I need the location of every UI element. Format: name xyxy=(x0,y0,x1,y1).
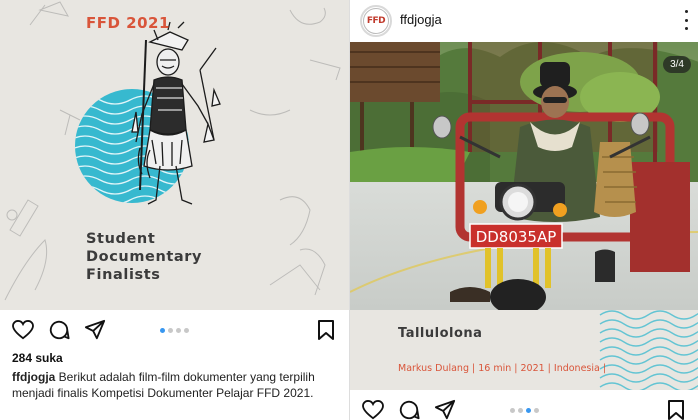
caption-username[interactable]: ffdjogja xyxy=(12,370,55,384)
photo-scene: DD8035AP xyxy=(350,42,698,310)
poster-caption-line: Student xyxy=(86,231,156,247)
poster-caption: Student Documentary Finalists xyxy=(86,230,202,284)
image-counter: 3/4 xyxy=(663,56,691,73)
carousel-dot xyxy=(518,408,523,413)
bookmark-icon[interactable] xyxy=(664,398,688,420)
poster-image[interactable]: FFD 2021 Student Documentary Finalists xyxy=(0,0,349,310)
post-photo[interactable]: DD8035AP 3/4 xyxy=(350,42,698,310)
post-actions xyxy=(0,318,349,344)
carousel-dot xyxy=(184,328,189,333)
carousel-dot xyxy=(510,408,515,413)
bookmark-icon[interactable] xyxy=(314,318,338,342)
share-icon[interactable] xyxy=(433,398,457,420)
post-actions xyxy=(350,398,698,420)
wave-pattern xyxy=(599,310,698,390)
comment-icon[interactable] xyxy=(397,398,421,420)
heart-icon[interactable] xyxy=(361,398,385,420)
license-plate: DD8035AP xyxy=(476,228,557,246)
avatar[interactable]: FFD xyxy=(360,5,392,37)
likes-count[interactable]: 284 suka xyxy=(12,351,63,365)
left-post: FFD 2021 Student Documentary Finalists 2… xyxy=(0,0,349,420)
poster-caption-line: Documentary xyxy=(86,249,203,265)
carousel-dot xyxy=(526,408,531,413)
post-caption: ffdjogja Berikut adalah film-film dokume… xyxy=(12,369,342,401)
username[interactable]: ffdjogja xyxy=(400,12,442,27)
heart-icon[interactable] xyxy=(11,318,35,342)
right-post: FFD ffdjogja DD8035AP 3/4 Tallulolona Ma… xyxy=(349,0,698,420)
carousel-dot xyxy=(534,408,539,413)
carousel-indicator xyxy=(510,408,539,413)
comment-icon[interactable] xyxy=(47,318,71,342)
carousel-dot xyxy=(176,328,181,333)
share-icon[interactable] xyxy=(83,318,107,342)
poster-title: FFD 2021 xyxy=(86,14,170,32)
avatar-logo: FFD xyxy=(363,8,389,34)
film-info-card[interactable]: Tallulolona Markus Dulang | 16 min | 202… xyxy=(350,310,698,390)
carousel-indicator xyxy=(160,328,189,333)
film-meta: Markus Dulang | 16 min | 2021 | Indonesi… xyxy=(398,363,607,374)
carousel-dot xyxy=(160,328,165,333)
carousel-dot xyxy=(168,328,173,333)
more-icon[interactable] xyxy=(683,10,689,30)
post-header: FFD ffdjogja xyxy=(350,0,698,42)
film-title: Tallulolona xyxy=(398,326,483,341)
poster-caption-line: Finalists xyxy=(86,267,161,283)
caption-body: Berikut adalah film-film dokumenter yang… xyxy=(12,370,315,400)
